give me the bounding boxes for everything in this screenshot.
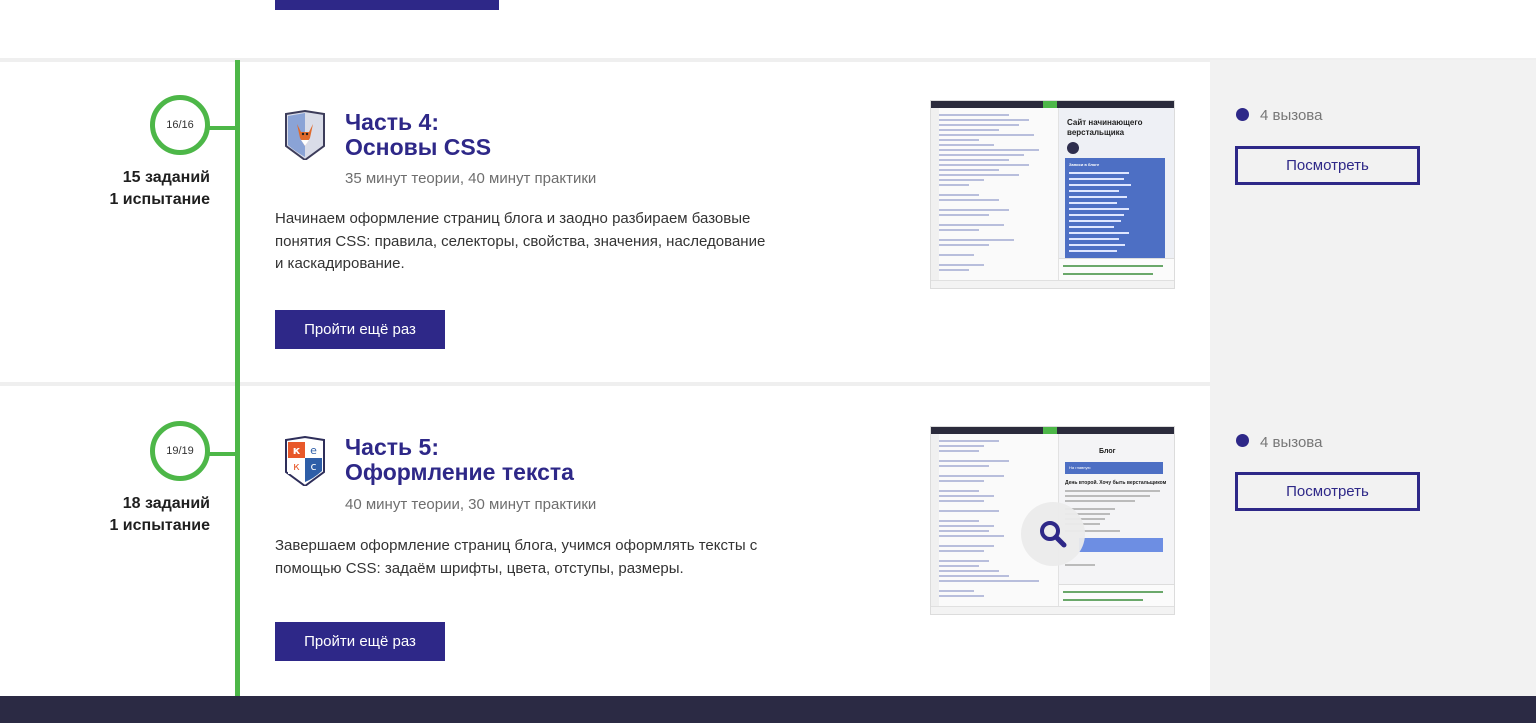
preview-title: Блог xyxy=(1099,448,1116,455)
view-challenges-button[interactable]: Посмотреть xyxy=(1235,472,1420,511)
badge-letter-s: с xyxy=(310,460,316,473)
progress-counter: 19/19 xyxy=(150,421,210,481)
module-stats: 15 заданий 1 испытание xyxy=(109,167,210,211)
challenges-count: 4 вызова xyxy=(1260,434,1323,451)
module-preview-screenshot[interactable]: Блог На главную День второй. Хочу быть в… xyxy=(930,426,1175,615)
zoom-magnifier-icon[interactable] xyxy=(1021,502,1085,566)
progress-timeline xyxy=(235,60,240,696)
console-thumbnail xyxy=(1059,584,1174,608)
tasks-count: 15 заданий xyxy=(122,169,210,186)
preview-box-heading: Записи в блоге xyxy=(1069,162,1100,167)
editor-footer xyxy=(931,280,1174,288)
trials-count: 1 испытание xyxy=(109,517,210,534)
module-title[interactable]: Часть 5: Оформление текста xyxy=(345,435,574,485)
console-thumbnail xyxy=(1059,258,1174,282)
module-duration: 35 минут теории, 40 минут практики xyxy=(345,170,597,187)
panel-divider xyxy=(1210,382,1536,386)
code-editor-thumbnail xyxy=(931,108,1059,282)
previous-module-tail xyxy=(0,0,1536,58)
editor-toolbar xyxy=(931,427,1174,434)
editor-toolbar xyxy=(931,101,1174,108)
page-preview-thumbnail: Сайт начинающего верстальщика Записи в б… xyxy=(1059,108,1174,258)
preview-avatar xyxy=(1067,142,1079,154)
previous-retry-button[interactable] xyxy=(275,0,499,10)
divider xyxy=(0,382,1210,386)
editor-footer xyxy=(931,606,1174,614)
module-title-part: Часть 5: xyxy=(345,434,439,460)
preview-posts-box: Записи в блоге xyxy=(1065,158,1165,258)
module-title-name: Оформление текста xyxy=(345,459,574,485)
module-title[interactable]: Часть 4: Основы CSS xyxy=(345,110,491,160)
module-stats: 18 заданий 1 испытание xyxy=(109,493,210,537)
challenge-dot-icon xyxy=(1236,434,1249,447)
page-footer xyxy=(0,696,1536,723)
module-description: Начинаем оформление страниц блога и заод… xyxy=(275,210,766,272)
module-preview-screenshot[interactable]: Сайт начинающего верстальщика Записи в б… xyxy=(930,100,1175,289)
badge-letter-k1: к xyxy=(293,444,301,457)
view-challenges-button[interactable]: Посмотреть xyxy=(1235,146,1420,185)
preview-title: Сайт начинающего верстальщика xyxy=(1067,118,1143,137)
timeline-connector xyxy=(207,126,237,130)
badge-letter-e: е xyxy=(310,444,317,457)
preview-heading: День второй. Хочу быть верстальщиком xyxy=(1065,480,1167,486)
badge-letter-k2: к xyxy=(293,460,300,473)
preview-nav: На главную xyxy=(1065,462,1163,474)
progress-counter: 16/16 xyxy=(150,95,210,155)
module-description: Завершаем оформление страниц блога, учим… xyxy=(275,537,758,577)
module-title-name: Основы CSS xyxy=(345,134,492,160)
timeline-connector xyxy=(207,452,237,456)
retry-button[interactable]: Пройти ещё раз xyxy=(275,310,445,349)
page-preview-thumbnail: Блог На главную День второй. Хочу быть в… xyxy=(1059,434,1174,584)
preview-nav-label: На главную xyxy=(1069,465,1091,470)
fox-shield-icon xyxy=(285,110,325,160)
tasks-count: 18 заданий xyxy=(122,495,210,512)
trials-count: 1 испытание xyxy=(109,191,210,208)
kecs-shield-icon: к е к с xyxy=(285,436,325,486)
module-title-part: Часть 4: xyxy=(345,109,439,135)
challenges-count: 4 вызова xyxy=(1260,107,1323,124)
course-page: 16/16 15 заданий 1 испытание Часть 4: Ос… xyxy=(0,0,1536,723)
challenge-dot-icon xyxy=(1236,108,1249,121)
preview-button xyxy=(1079,538,1163,552)
module-duration: 40 минут теории, 30 минут практики xyxy=(345,496,597,513)
retry-button[interactable]: Пройти ещё раз xyxy=(275,622,445,661)
